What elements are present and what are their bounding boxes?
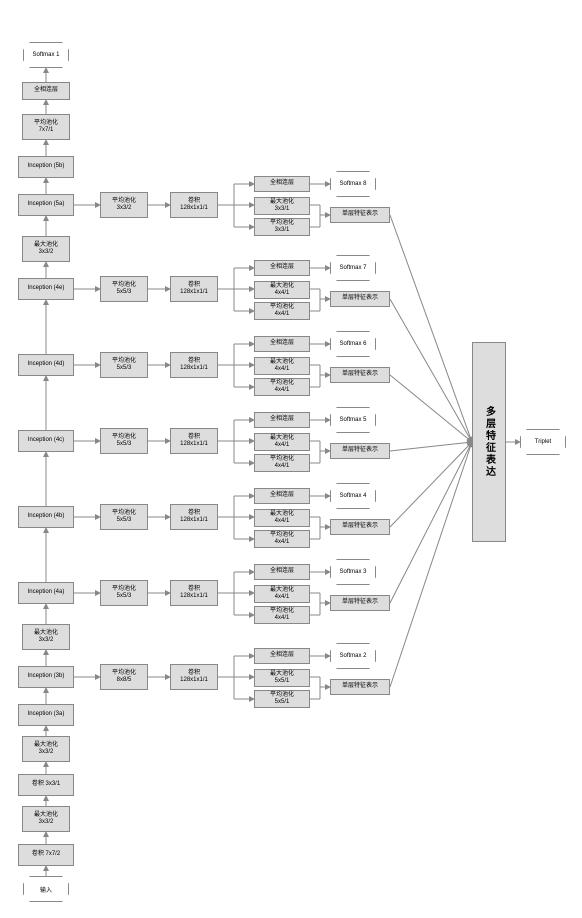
branch-4d-maxpool: 最大池化4x4/1 bbox=[254, 357, 310, 375]
branch-4d-avgpool: 平均池化5x5/3 bbox=[100, 352, 148, 378]
branch-4a-avgpool: 平均池化5x5/3 bbox=[100, 580, 148, 606]
branch-4a-maxpool: 最大池化4x4/1 bbox=[254, 585, 310, 603]
softmax-1: Softmax 1 bbox=[23, 42, 69, 68]
maxpool-2: 最大池化3x3/2 bbox=[22, 736, 70, 762]
branch-4a-avg: 平均池化4x4/1 bbox=[254, 606, 310, 624]
fc-top: 全相连层 bbox=[22, 82, 70, 100]
avgpool-top: 平均池化7x7/1 bbox=[22, 114, 70, 140]
single-layer-feature-4e: 单层特征表示 bbox=[330, 291, 390, 307]
branch-4a-conv: 卷积128x1x1/1 bbox=[170, 580, 218, 606]
branch-4e-avg: 平均池化4x4/1 bbox=[254, 302, 310, 320]
single-layer-feature-3b: 单层特征表示 bbox=[330, 679, 390, 695]
branch-4c-conv: 卷积128x1x1/1 bbox=[170, 428, 218, 454]
single-layer-feature-4d: 单层特征表示 bbox=[330, 367, 390, 383]
softmax-3b: Softmax 2 bbox=[330, 643, 376, 669]
branch-5a-avgpool: 平均池化3x3/2 bbox=[100, 192, 148, 218]
branch-5a-maxpool: 最大池化3x3/1 bbox=[254, 197, 310, 215]
single-layer-feature-4b: 单层特征表示 bbox=[330, 519, 390, 535]
branch-4e-conv: 卷积128x1x1/1 bbox=[170, 276, 218, 302]
multi-layer-feature: 多层特征表达 bbox=[472, 342, 506, 542]
softmax-4c: Softmax 5 bbox=[330, 407, 376, 433]
branch-5a-avg: 平均池化3x3/1 bbox=[254, 218, 310, 236]
triplet-node: Triplet bbox=[520, 429, 566, 455]
branch-3b-avg: 平均池化5x5/1 bbox=[254, 690, 310, 708]
inception-4e: Inception (4e) bbox=[18, 278, 74, 300]
branch-4e-avgpool: 平均池化5x5/3 bbox=[100, 276, 148, 302]
branch-4c-maxpool: 最大池化4x4/1 bbox=[254, 433, 310, 451]
branch-4e-fc: 全相连层 bbox=[254, 260, 310, 276]
inception-3b: Inception (3b) bbox=[18, 666, 74, 688]
branch-4b-avgpool: 平均池化5x5/3 bbox=[100, 504, 148, 530]
inception-4d: Inception (4d) bbox=[18, 354, 74, 376]
single-layer-feature-4a: 单层特征表示 bbox=[330, 595, 390, 611]
inception-3a: Inception (3a) bbox=[18, 704, 74, 726]
single-layer-feature-4c: 单层特征表示 bbox=[330, 443, 390, 459]
softmax-4a: Softmax 3 bbox=[330, 559, 376, 585]
branch-4e-maxpool: 最大池化4x4/1 bbox=[254, 281, 310, 299]
branch-3b-conv: 卷积128x1x1/1 bbox=[170, 664, 218, 690]
branch-5a-conv: 卷积128x1x1/1 bbox=[170, 192, 218, 218]
branch-4c-fc: 全相连层 bbox=[254, 412, 310, 428]
inception-5a: Inception (5a) bbox=[18, 194, 74, 216]
maxpool-4: 最大池化3x3/2 bbox=[22, 236, 70, 262]
branch-4d-avg: 平均池化4x4/1 bbox=[254, 378, 310, 396]
inception-4c: Inception (4c) bbox=[18, 430, 74, 452]
conv-7x7: 卷积 7x7/2 bbox=[18, 844, 74, 866]
maxpool-1: 最大池化3x3/2 bbox=[22, 806, 70, 832]
branch-4c-avg: 平均池化4x4/1 bbox=[254, 454, 310, 472]
branch-4d-conv: 卷积128x1x1/1 bbox=[170, 352, 218, 378]
branch-4b-maxpool: 最大池化4x4/1 bbox=[254, 509, 310, 527]
softmax-4e: Softmax 7 bbox=[330, 255, 376, 281]
branch-4b-avg: 平均池化4x4/1 bbox=[254, 530, 310, 548]
branch-5a-fc: 全相连层 bbox=[254, 176, 310, 192]
branch-4c-avgpool: 平均池化5x5/3 bbox=[100, 428, 148, 454]
softmax-5a: Softmax 8 bbox=[330, 171, 376, 197]
single-layer-feature-5a: 单层特征表示 bbox=[330, 207, 390, 223]
branch-4b-fc: 全相连层 bbox=[254, 488, 310, 504]
inception-5b: Inception (5b) bbox=[18, 156, 74, 178]
branch-3b-avgpool: 平均池化8x8/5 bbox=[100, 664, 148, 690]
branch-3b-fc: 全相连层 bbox=[254, 648, 310, 664]
branch-4d-fc: 全相连层 bbox=[254, 336, 310, 352]
maxpool-3: 最大池化3x3/2 bbox=[22, 624, 70, 650]
softmax-4b: Softmax 4 bbox=[330, 483, 376, 509]
conv-3x3: 卷积 3x3/1 bbox=[18, 774, 74, 796]
branch-3b-maxpool: 最大池化5x5/1 bbox=[254, 669, 310, 687]
softmax-4d: Softmax 6 bbox=[330, 331, 376, 357]
branch-4a-fc: 全相连层 bbox=[254, 564, 310, 580]
input-node: 输入 bbox=[23, 876, 69, 902]
inception-4b: Inception (4b) bbox=[18, 506, 74, 528]
branch-4b-conv: 卷积128x1x1/1 bbox=[170, 504, 218, 530]
inception-4a: Inception (4a) bbox=[18, 582, 74, 604]
